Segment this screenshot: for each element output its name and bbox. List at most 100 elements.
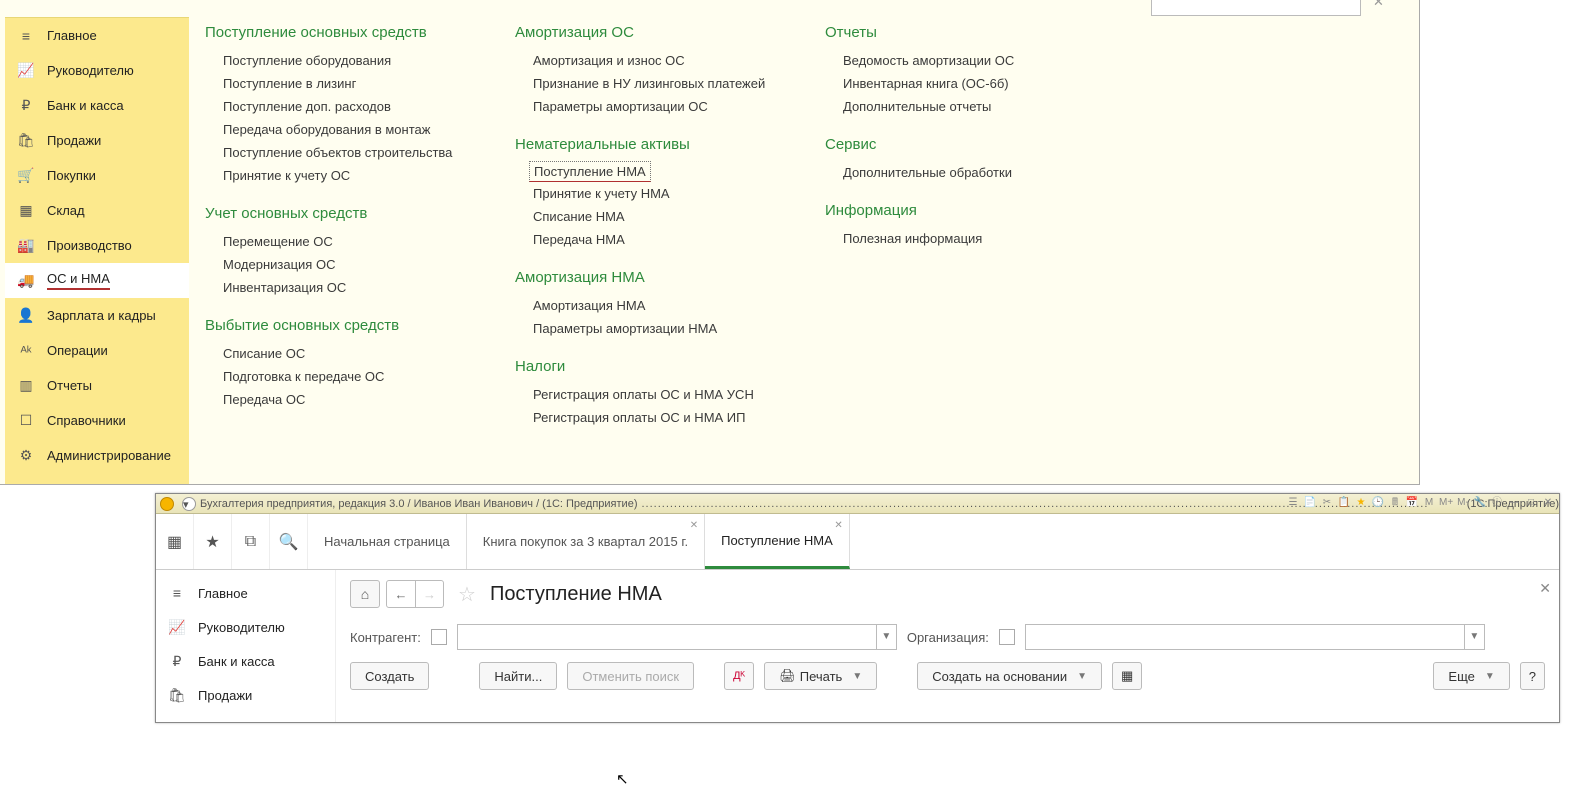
func-link[interactable]: Полезная информация xyxy=(825,227,1135,250)
tab-purchase-book[interactable]: Книга покупок за 3 квартал 2015 г.✕ xyxy=(467,514,705,569)
sidebar-item-main[interactable]: ≡Главное xyxy=(5,18,189,53)
func-link[interactable]: Передача оборудования в монтаж xyxy=(205,118,515,141)
sidebar-item-manager[interactable]: 📈Руководителю xyxy=(5,53,189,88)
func-link-highlighted[interactable]: Поступление НМА xyxy=(529,161,651,182)
star-icon[interactable]: ☆ xyxy=(458,582,476,607)
tb-tool-icon[interactable]: ✂ xyxy=(1320,496,1334,510)
tb-tool-icon[interactable]: 🕒 xyxy=(1371,496,1385,510)
help-button[interactable]: ? xyxy=(1520,662,1545,690)
sidebar-item-salary[interactable]: 👤Зарплата и кадры xyxy=(5,298,189,333)
tb-maximize-icon[interactable]: □ xyxy=(1524,496,1538,510)
favorites-icon[interactable]: ★ xyxy=(194,514,232,569)
func-link[interactable]: Поступление оборудования xyxy=(205,49,515,72)
sidebar2-item-main[interactable]: ≡Главное xyxy=(156,576,335,610)
sidebar-item-reports[interactable]: ▥Отчеты xyxy=(5,368,189,403)
tab-nma-receipt[interactable]: Поступление НМА✕ xyxy=(705,514,850,569)
tb-info-icon[interactable]: ⓘ xyxy=(1490,496,1504,510)
func-link[interactable]: Принятие к учету ОС xyxy=(205,164,515,187)
tab-close-icon[interactable]: ✕ xyxy=(834,520,842,531)
sidebar2-item-bank[interactable]: ₽Банк и касса xyxy=(156,644,335,678)
func-link[interactable]: Поступление объектов строительства xyxy=(205,141,515,164)
func-link[interactable]: Списание НМА xyxy=(515,205,825,228)
tb-m-minus-icon[interactable]: M- xyxy=(1456,496,1470,510)
dropdown-icon[interactable]: ▾ xyxy=(182,497,196,511)
tab-close-icon[interactable]: ✕ xyxy=(690,520,698,531)
func-link[interactable]: Регистрация оплаты ОС и НМА УСН xyxy=(515,383,825,406)
org-select[interactable]: ▼ xyxy=(1025,624,1485,650)
settings-icon[interactable]: ✕ xyxy=(1373,0,1399,16)
tb-wrench-icon[interactable]: 🔧 xyxy=(1473,496,1487,510)
btn-label: Создать на основании xyxy=(932,669,1067,684)
func-link[interactable]: Признание в НУ лизинговых платежей xyxy=(515,72,825,95)
tb-calc-icon[interactable]: 🖩 xyxy=(1388,496,1402,510)
func-link[interactable]: Принятие к учету НМА xyxy=(515,182,825,205)
func-link[interactable]: Дополнительные отчеты xyxy=(825,95,1135,118)
func-link[interactable]: Инвентаризация ОС xyxy=(205,276,515,299)
find-button[interactable]: Найти... xyxy=(479,662,557,690)
tab-home[interactable]: Начальная страница xyxy=(308,514,467,569)
back-button[interactable]: ← xyxy=(387,581,415,607)
tb-star-icon[interactable]: ★ xyxy=(1354,496,1368,510)
func-link[interactable]: Передача НМА xyxy=(515,228,825,251)
history-icon[interactable]: ⧉ xyxy=(232,514,270,569)
tb-tool-icon[interactable]: 📄 xyxy=(1303,496,1317,510)
func-link[interactable]: Передача ОС xyxy=(205,388,515,411)
sidebar-item-production[interactable]: 🏭Производство xyxy=(5,228,189,263)
tb-m-plus-icon[interactable]: M+ xyxy=(1439,496,1453,510)
search-input[interactable] xyxy=(1151,0,1361,16)
sidebar-item-label: Администрирование xyxy=(47,448,171,463)
home-button[interactable]: ⌂ xyxy=(350,580,380,608)
sidebar-item-warehouse[interactable]: ▦Склад xyxy=(5,193,189,228)
func-link[interactable]: Подготовка к передаче ОС xyxy=(205,365,515,388)
sidebar-item-catalogs[interactable]: ☐Справочники xyxy=(5,403,189,438)
counterparty-select[interactable]: ▼ xyxy=(457,624,897,650)
tb-tool-icon[interactable]: ☰ xyxy=(1286,496,1300,510)
sidebar-item-bank[interactable]: ₽Банк и касса xyxy=(5,88,189,123)
top-search-area: ✕ xyxy=(1151,0,1399,16)
doc-button[interactable]: ▦ xyxy=(1112,662,1142,690)
func-link[interactable]: Перемещение ОС xyxy=(205,230,515,253)
tb-tool-icon[interactable]: 📋 xyxy=(1337,496,1351,510)
cancel-find-button[interactable]: Отменить поиск xyxy=(567,662,694,690)
func-link[interactable]: Параметры амортизации ОС xyxy=(515,95,825,118)
func-link[interactable]: Ведомость амортизации ОС xyxy=(825,49,1135,72)
sidebar-item-operations[interactable]: ᴬᵏОперации xyxy=(5,333,189,368)
func-link[interactable]: Поступление в лизинг xyxy=(205,72,515,95)
func-link[interactable]: Инвентарная книга (ОС-6б) xyxy=(825,72,1135,95)
func-link[interactable]: Регистрация оплаты ОС и НМА ИП xyxy=(515,406,825,429)
forward-button[interactable]: → xyxy=(415,581,443,607)
func-link[interactable]: Амортизация и износ ОС xyxy=(515,49,825,72)
close-icon[interactable]: ✕ xyxy=(1539,580,1551,597)
sidebar-item-admin[interactable]: ⚙Администрирование xyxy=(5,438,189,473)
func-link[interactable]: Поступление доп. расходов xyxy=(205,95,515,118)
org-checkbox[interactable] xyxy=(999,629,1015,645)
print-button[interactable]: 🖨Печать▼ xyxy=(764,662,877,690)
sidebar-item-purchases[interactable]: 🛒Покупки xyxy=(5,158,189,193)
func-link[interactable]: Амортизация НМА xyxy=(515,294,825,317)
func-link[interactable]: Списание ОС xyxy=(205,342,515,365)
search-icon[interactable]: 🔍 xyxy=(270,514,308,569)
sidebar2-item-sales[interactable]: 🛍Продажи xyxy=(156,678,335,712)
func-link[interactable]: Параметры амортизации НМА xyxy=(515,317,825,340)
apps-icon[interactable]: ▦ xyxy=(156,514,194,569)
more-button[interactable]: Еще▼ xyxy=(1433,662,1509,690)
counterparty-checkbox[interactable] xyxy=(431,629,447,645)
sidebar2-item-manager[interactable]: 📈Руководителю xyxy=(156,610,335,644)
tb-minimize-icon[interactable]: — xyxy=(1507,496,1521,510)
func-link[interactable]: Модернизация ОС xyxy=(205,253,515,276)
func-link[interactable]: Дополнительные обработки xyxy=(825,161,1135,184)
tb-cal-icon[interactable]: 📅 xyxy=(1405,496,1419,510)
chevron-down-icon[interactable]: ▼ xyxy=(876,625,896,649)
sidebar-item-os-nma[interactable]: 🚚ОС и НМА xyxy=(5,263,189,298)
sidebar-item-label: Покупки xyxy=(47,168,96,183)
tb-m-icon[interactable]: M xyxy=(1422,496,1436,510)
chevron-down-icon[interactable]: ▼ xyxy=(1464,625,1484,649)
dk-button[interactable]: Дᴷ xyxy=(724,662,754,690)
sidebar-item-label: Банк и касса xyxy=(198,654,275,669)
titlebar[interactable]: ▾ Бухгалтерия предприятия, редакция 3.0 … xyxy=(156,494,1559,514)
create-button[interactable]: Создать xyxy=(350,662,429,690)
create-based-button[interactable]: Создать на основании▼ xyxy=(917,662,1102,690)
factory-icon: 🏭 xyxy=(17,237,35,254)
sidebar-item-sales[interactable]: 🛍Продажи xyxy=(5,123,189,158)
tb-close-icon[interactable]: ✕ xyxy=(1541,496,1555,510)
